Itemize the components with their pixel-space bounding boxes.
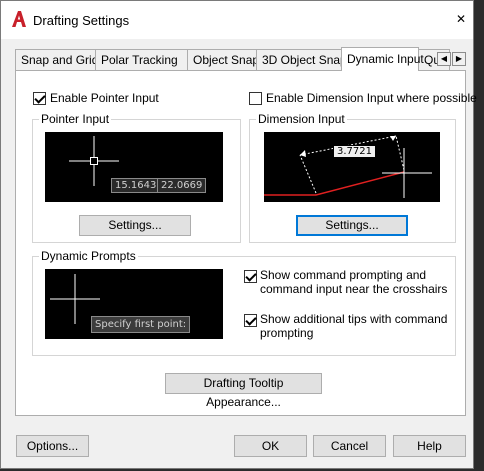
dynamic-prompts-group: Dynamic Prompts Specify first point: Sho… xyxy=(32,249,456,356)
prompt-preview-text: Specify first point: xyxy=(91,316,191,333)
tab-dynamic-input[interactable]: Dynamic Input xyxy=(341,47,424,71)
pointer-input-preview: 15.1643 22.0669 xyxy=(45,132,223,202)
dynamic-prompts-title: Dynamic Prompts xyxy=(39,249,138,263)
tab-snap-and-grid[interactable]: Snap and Grid xyxy=(15,49,98,70)
pointer-input-group: Pointer Input 15.1643 22.0669 Settings..… xyxy=(32,112,241,243)
pointer-settings-button[interactable]: Settings... xyxy=(79,215,191,236)
pointer-x-coordinate: 15.1643 xyxy=(111,178,161,193)
show-command-prompting-label: Show command prompting and command input… xyxy=(260,268,448,296)
dynamic-input-panel: Enable Pointer Input Enable Dimension In… xyxy=(15,70,477,416)
tab-3d-object-snap[interactable]: 3D Object Snap xyxy=(256,49,347,70)
enable-pointer-input-checkbox[interactable] xyxy=(33,92,46,105)
dynamic-prompts-preview: Specify first point: xyxy=(45,269,223,339)
autocad-logo-icon xyxy=(12,11,26,27)
drafting-tooltip-appearance-button[interactable]: Drafting Tooltip Appearance... xyxy=(165,373,322,409)
show-additional-tips-label: Show additional tips with command prompt… xyxy=(260,312,448,340)
options-button[interactable]: Options... xyxy=(16,435,89,457)
enable-dimension-input-label: Enable Dimension Input where possible xyxy=(266,91,477,105)
pointer-input-title: Pointer Input xyxy=(39,112,112,126)
dimension-value-box: 3.7721 xyxy=(333,145,376,158)
title-bar: Drafting Settings ✕ xyxy=(1,1,473,39)
close-icon[interactable]: ✕ xyxy=(450,8,472,30)
tab-object-snap[interactable]: Object Snap xyxy=(187,49,259,70)
show-additional-tips-checkbox[interactable] xyxy=(244,314,257,327)
dimension-input-preview: 3.7721 xyxy=(264,132,440,202)
dimension-input-group: Dimension Input 3.7721 Settings... xyxy=(249,112,456,243)
show-command-prompting-checkbox[interactable] xyxy=(244,270,257,283)
dimension-line-icon xyxy=(264,135,432,198)
tab-scroll-right-icon[interactable]: ▶ xyxy=(452,52,466,66)
pointer-y-coordinate: 22.0669 xyxy=(157,178,207,193)
tab-scroll-left-icon[interactable]: ◀ xyxy=(437,52,451,66)
help-button[interactable]: Help xyxy=(393,435,466,457)
dimension-settings-button[interactable]: Settings... xyxy=(296,215,408,236)
enable-pointer-input-label: Enable Pointer Input xyxy=(50,91,159,105)
window-title: Drafting Settings xyxy=(33,13,130,28)
dimension-input-title: Dimension Input xyxy=(256,112,347,126)
drafting-settings-dialog: Drafting Settings ✕ Snap and Grid Polar … xyxy=(0,0,477,469)
enable-dimension-input-checkbox[interactable] xyxy=(249,92,262,105)
cancel-button[interactable]: Cancel xyxy=(313,435,386,457)
tab-polar-tracking[interactable]: Polar Tracking xyxy=(95,49,188,70)
ok-button[interactable]: OK xyxy=(234,435,307,457)
